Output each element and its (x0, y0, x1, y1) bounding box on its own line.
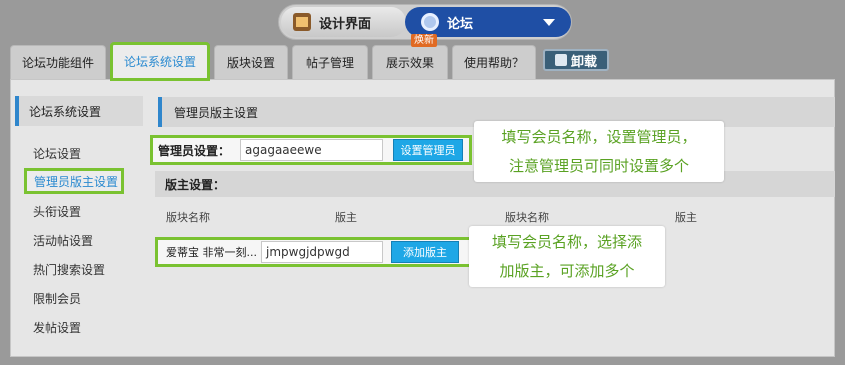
sidebar-item-forum-settings[interactable]: 论坛设置 (33, 145, 81, 162)
forum-mode-button[interactable]: 论坛 (405, 7, 571, 37)
tip-moderator: 填写会员名称，选择添 加版主，可添加多个 (469, 226, 665, 287)
tip-moderator-line2: 加版主，可添加多个 (499, 262, 635, 280)
forum-mode-label: 论坛 (447, 16, 474, 32)
uninstall-icon (554, 54, 567, 66)
design-mode-label: 设计界面 (319, 16, 372, 32)
sidebar-item-hot-search[interactable]: 热门搜索设置 (33, 261, 105, 278)
gear-icon (421, 13, 439, 31)
tab-label: 版块设置 (226, 56, 275, 70)
tab-forum-components[interactable]: 论坛功能组件 (10, 45, 106, 79)
design-icon (293, 13, 311, 31)
forum-section-name: 爱蒂宝 非常一刻... (166, 246, 257, 259)
new-badge: 焕新 (411, 34, 437, 47)
tab-display-effects[interactable]: 展示效果 焕新 (372, 34, 448, 79)
tip-moderator-line1: 填写会员名称，选择添 (491, 233, 642, 251)
tab-label: 帖子管理 (305, 56, 354, 70)
uninstall-label: 卸载 (570, 54, 597, 70)
admin-label: 管理员设置： (158, 143, 231, 158)
column-header-section-name: 版块名称 (166, 211, 210, 224)
tab-section-settings[interactable]: 版块设置 (214, 45, 288, 79)
tab-label: 展示效果 (385, 56, 434, 70)
sidebar-item-titles[interactable]: 头衔设置 (33, 203, 81, 220)
add-moderator-button[interactable]: 添加版主 (391, 241, 459, 263)
tab-label: 论坛系统设置 (123, 55, 196, 69)
sidebar-item-activity-posts[interactable]: 活动帖设置 (33, 232, 93, 249)
column-header-moderator-2: 版主 (675, 211, 697, 224)
tab-label: 使用帮助？ (463, 56, 524, 70)
uninstall-button[interactable]: 卸载 (543, 49, 609, 71)
moderator-name-input[interactable]: jmpwgjdpwgd (261, 241, 383, 263)
tab-help[interactable]: 使用帮助？ (452, 45, 536, 79)
chevron-down-icon[interactable] (543, 19, 555, 26)
tip-admin-line2: 注意管理员可同时设置多个 (508, 157, 689, 175)
column-header-moderator: 版主 (335, 211, 357, 224)
moderator-row: 爱蒂宝 非常一刻... jmpwgjdpwgd 添加版主 (155, 237, 473, 267)
set-admin-button[interactable]: 设置管理员 (393, 139, 463, 161)
tab-post-management[interactable]: 帖子管理 (292, 45, 368, 79)
tab-forum-system-settings[interactable]: 论坛系统设置 (110, 42, 210, 81)
sidebar-item-admin-moderator[interactable]: 管理员版主设置 (24, 168, 124, 194)
tip-admin: 填写会员名称，设置管理员， 注意管理员可同时设置多个 (474, 121, 724, 182)
design-mode-button[interactable]: 设计界面 (281, 7, 406, 37)
sidebar-item-post-settings[interactable]: 发帖设置 (33, 319, 81, 336)
tab-label: 论坛功能组件 (21, 56, 94, 70)
moderator-label: 版主设置： (165, 177, 226, 192)
admin-settings-row: 管理员设置： agagaaeewe 设置管理员 (150, 135, 472, 165)
sidebar-item-restrict-members[interactable]: 限制会员 (33, 290, 81, 307)
admin-name-input[interactable]: agagaaeewe (240, 139, 383, 161)
sidebar-title: 论坛系统设置 (15, 96, 143, 126)
tip-admin-line1: 填写会员名称，设置管理员， (501, 128, 697, 146)
column-header-section-name-2: 版块名称 (505, 211, 549, 224)
